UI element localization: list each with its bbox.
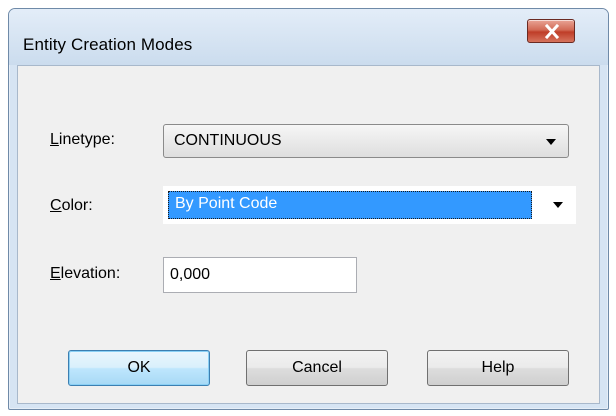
linetype-label: Linetype: [50, 131, 115, 148]
color-label: Color: [50, 197, 93, 214]
title-bar[interactable]: Entity Creation Modes [9, 9, 608, 65]
elevation-field[interactable] [164, 258, 356, 292]
color-selected-item: By Point Code [168, 191, 532, 219]
color-dropdown[interactable]: By Point Code [163, 186, 576, 224]
help-button[interactable]: Help [427, 350, 569, 386]
chevron-down-icon [546, 139, 556, 145]
color-value: By Point Code [175, 195, 278, 212]
linetype-value: CONTINUOUS [174, 132, 282, 149]
close-icon [544, 24, 560, 39]
dialog-window: Entity Creation Modes Linetype: CONTINUO… [8, 8, 609, 410]
chevron-down-icon [553, 202, 563, 208]
linetype-dropdown[interactable]: CONTINUOUS [163, 124, 569, 158]
elevation-input[interactable] [163, 257, 357, 293]
close-button[interactable] [527, 19, 575, 43]
ok-button[interactable]: OK [68, 350, 210, 386]
dialog-body: Linetype: CONTINUOUS Color: By Point Cod… [17, 65, 600, 404]
window-title: Entity Creation Modes [23, 35, 193, 54]
cancel-button[interactable]: Cancel [246, 350, 388, 386]
elevation-label: Elevation: [50, 265, 121, 282]
